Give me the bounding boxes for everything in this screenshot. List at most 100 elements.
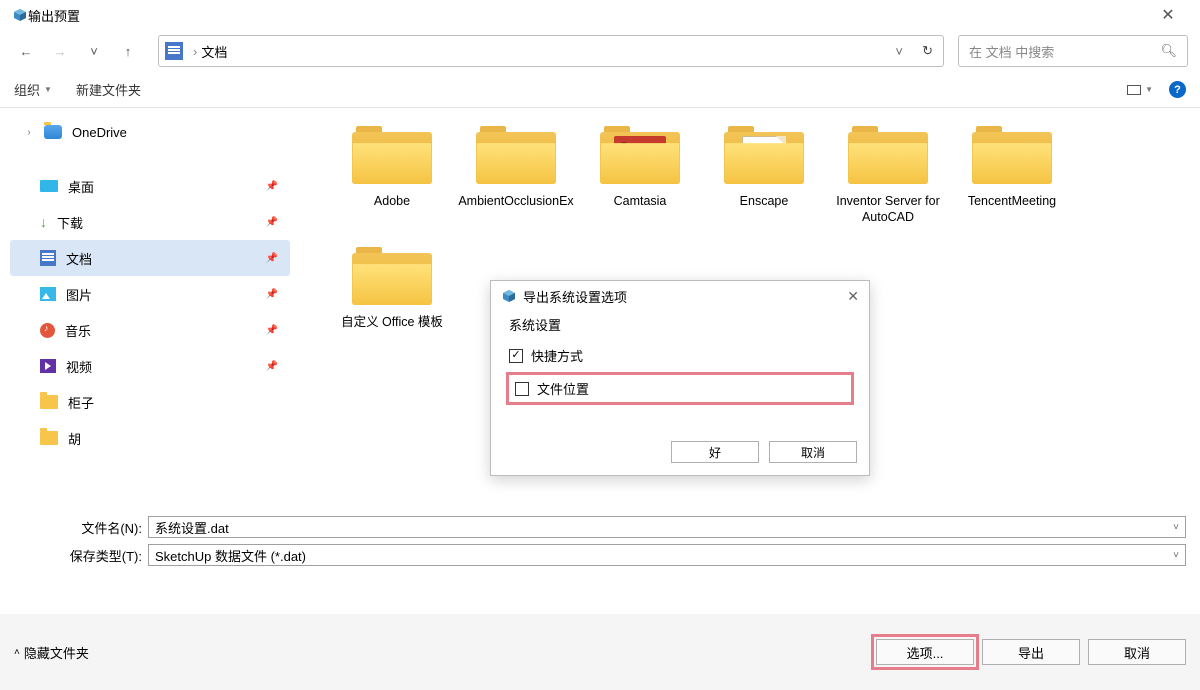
app-icon — [501, 288, 517, 304]
pin-icon[interactable]: 📌 — [266, 361, 278, 372]
download-icon: ↓ — [40, 214, 47, 230]
export-button[interactable]: 导出 — [982, 639, 1080, 665]
export-options-dialog: 导出系统设置选项 ✕ 系统设置 ✓ 快捷方式 文件位置 好 取消 — [490, 280, 870, 476]
tree-label: 胡 — [68, 429, 81, 448]
app-icon — [12, 7, 28, 23]
folder-icon — [476, 124, 556, 184]
search-box[interactable]: 在 文档 中搜索 🔍︎ — [958, 35, 1188, 67]
cancel-button[interactable]: 取消 — [1088, 639, 1186, 665]
pin-icon[interactable]: 📌 — [266, 181, 278, 192]
tree-pictures[interactable]: 图片 📌 — [10, 276, 290, 312]
folder-item[interactable]: TencentMeeting — [950, 124, 1074, 225]
shortcut-checkbox-row[interactable]: ✓ 快捷方式 — [509, 346, 851, 365]
filetype-value: SketchUp 数据文件 (*.dat) — [155, 546, 306, 565]
chevron-down-icon: ▼ — [44, 85, 52, 94]
hide-folders-button[interactable]: ˄ 隐藏文件夹 — [14, 643, 89, 662]
forward-button[interactable]: → — [46, 37, 74, 65]
folder-icon — [352, 245, 432, 305]
video-icon — [40, 359, 56, 373]
desktop-icon — [40, 180, 58, 192]
folder-item[interactable]: Enscape — [702, 124, 826, 225]
tree-label: 图片 — [66, 285, 92, 304]
folder-item[interactable]: 自定义 Office 模板 — [330, 245, 454, 331]
checkbox-icon[interactable] — [515, 382, 529, 396]
tree-hu[interactable]: 胡 — [10, 420, 290, 456]
filename-value: 系统设置.dat — [155, 518, 229, 537]
chevron-down-icon: ▼ — [1145, 85, 1153, 94]
folder-label: Adobe — [330, 194, 454, 210]
folder-item[interactable]: Camtasia — [578, 124, 702, 225]
checkbox-label: 文件位置 — [537, 379, 589, 398]
folder-icon — [352, 124, 432, 184]
tree-documents[interactable]: 文档 📌 — [10, 240, 290, 276]
tree-music[interactable]: 音乐 📌 — [10, 312, 290, 348]
organize-menu[interactable]: 组织 ▼ — [14, 80, 52, 99]
pictures-icon — [40, 287, 56, 301]
folder-icon — [40, 395, 58, 409]
toolbar: 组织 ▼ 新建文件夹 ▼ ? — [0, 72, 1200, 108]
close-icon[interactable]: ✕ — [1148, 5, 1188, 25]
up-button[interactable]: ↑ — [114, 37, 142, 65]
folder-item[interactable]: Adobe — [330, 124, 454, 225]
file-location-checkbox-row[interactable]: 文件位置 — [509, 375, 851, 402]
folder-label: AmbientOcclusionEx — [454, 194, 578, 210]
breadcrumb[interactable]: › 文档 ˅ ↻ — [158, 35, 944, 67]
footer: ˄ 隐藏文件夹 选项... 导出 取消 — [0, 614, 1200, 690]
title-bar: 输出预置 ✕ — [0, 0, 1200, 30]
sidebar: › OneDrive 桌面 📌 ↓ 下载 📌 文档 📌 图片 📌 音乐 — [0, 108, 300, 498]
ok-button[interactable]: 好 — [671, 441, 759, 463]
chevron-down-icon[interactable]: ˅ — [1173, 522, 1179, 533]
recent-dropdown[interactable]: ˅ — [80, 37, 108, 65]
close-icon[interactable]: ✕ — [847, 288, 859, 305]
button-label: 选项... — [907, 643, 944, 662]
button-label: 好 — [709, 444, 721, 461]
folder-icon — [600, 124, 680, 184]
tree-onedrive[interactable]: › OneDrive — [10, 114, 290, 150]
button-label: 取消 — [1124, 643, 1150, 662]
cancel-button[interactable]: 取消 — [769, 441, 857, 463]
folder-item[interactable]: Inventor Server for AutoCAD — [826, 124, 950, 225]
music-icon — [40, 323, 55, 338]
filename-input[interactable]: 系统设置.dat ˅ — [148, 516, 1186, 538]
help-icon[interactable]: ? — [1169, 81, 1186, 98]
refresh-icon[interactable]: ↻ — [922, 43, 933, 59]
window-title: 输出预置 — [28, 6, 80, 25]
tree-desktop[interactable]: 桌面 📌 — [10, 168, 290, 204]
view-mode-button[interactable]: ▼ — [1127, 85, 1153, 95]
breadcrumb-icon — [165, 42, 183, 60]
save-fields: 文件名(N): 系统设置.dat ˅ 保存类型(T): SketchUp 数据文… — [0, 498, 1200, 566]
pin-icon[interactable]: 📌 — [266, 289, 278, 300]
hide-folders-label: 隐藏文件夹 — [24, 643, 89, 662]
filetype-select[interactable]: SketchUp 数据文件 (*.dat) ˅ — [148, 544, 1186, 566]
search-icon: 🔍︎ — [1160, 43, 1177, 59]
tree-label: 音乐 — [65, 321, 91, 340]
tree-label: 桌面 — [68, 177, 94, 196]
folder-icon — [40, 431, 58, 445]
nav-row: ← → ˅ ↑ › 文档 ˅ ↻ 在 文档 中搜索 🔍︎ — [0, 30, 1200, 72]
expand-icon[interactable]: › — [24, 127, 34, 138]
pin-icon[interactable]: 📌 — [266, 325, 278, 336]
chevron-down-icon[interactable]: ˅ — [895, 44, 903, 59]
checkbox-label: 快捷方式 — [531, 346, 583, 365]
tree-videos[interactable]: 视频 📌 — [10, 348, 290, 384]
tree-downloads[interactable]: ↓ 下载 📌 — [10, 204, 290, 240]
folder-item[interactable]: AmbientOcclusionEx — [454, 124, 578, 225]
tree-label: OneDrive — [72, 125, 127, 140]
breadcrumb-location[interactable]: 文档 — [201, 42, 227, 61]
checkbox-icon[interactable]: ✓ — [509, 349, 523, 363]
filename-label: 文件名(N): — [14, 518, 142, 537]
options-button[interactable]: 选项... — [876, 639, 974, 665]
search-placeholder: 在 文档 中搜索 — [969, 42, 1054, 61]
back-button[interactable]: ← — [12, 37, 40, 65]
tree-guizi[interactable]: 柜子 — [10, 384, 290, 420]
folder-label: Camtasia — [578, 194, 702, 210]
chevron-up-icon: ˄ — [14, 647, 20, 658]
chevron-down-icon[interactable]: ˅ — [1173, 550, 1179, 561]
new-folder-button[interactable]: 新建文件夹 — [76, 80, 141, 99]
folder-icon — [724, 124, 804, 184]
folder-icon — [972, 124, 1052, 184]
folder-label: Enscape — [702, 194, 826, 210]
pin-icon[interactable]: 📌 — [266, 217, 278, 228]
tree-label: 视频 — [66, 357, 92, 376]
pin-icon[interactable]: 📌 — [266, 253, 278, 264]
